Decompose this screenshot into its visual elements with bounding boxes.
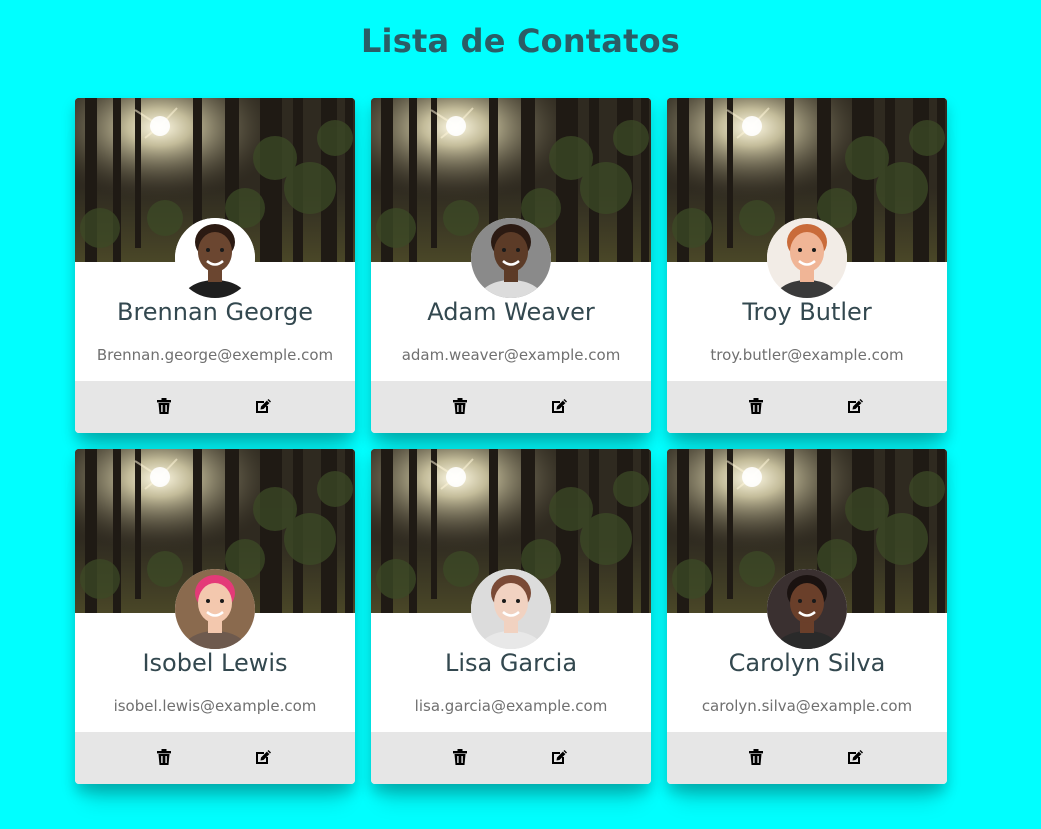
contact-name: Brennan George bbox=[116, 298, 314, 326]
edit-icon bbox=[847, 399, 863, 413]
edit-button[interactable] bbox=[252, 395, 274, 417]
avatar bbox=[471, 569, 551, 649]
edit-icon bbox=[255, 750, 271, 764]
contact-name: Carolyn Silva bbox=[728, 649, 886, 677]
avatar bbox=[175, 218, 255, 298]
trash-icon bbox=[157, 749, 171, 765]
delete-button[interactable] bbox=[745, 746, 767, 768]
contact-grid: Brennan George Brennan.george@exemple.co… bbox=[75, 98, 947, 784]
delete-button[interactable] bbox=[153, 746, 175, 768]
delete-button[interactable] bbox=[745, 395, 767, 417]
card-actions bbox=[667, 381, 947, 433]
edit-icon bbox=[551, 399, 567, 413]
delete-button[interactable] bbox=[449, 395, 471, 417]
edit-button[interactable] bbox=[548, 746, 570, 768]
card-actions bbox=[371, 732, 651, 784]
card-actions bbox=[371, 381, 651, 433]
contact-name: Adam Weaver bbox=[427, 298, 595, 326]
edit-icon bbox=[551, 750, 567, 764]
edit-icon bbox=[847, 750, 863, 764]
contact-name: Troy Butler bbox=[742, 298, 872, 326]
edit-icon bbox=[255, 399, 271, 413]
delete-button[interactable] bbox=[449, 746, 471, 768]
contact-email: isobel.lewis@example.com bbox=[113, 697, 317, 715]
contact-email: Brennan.george@exemple.com bbox=[96, 346, 334, 364]
contact-card-3: Troy Butler troy.butler@example.com bbox=[667, 98, 947, 433]
contact-card-6: Carolyn Silva carolyn.silva@example.com bbox=[667, 449, 947, 784]
contact-card-5: Lisa Garcia lisa.garcia@example.com bbox=[371, 449, 651, 784]
avatar bbox=[767, 218, 847, 298]
edit-button[interactable] bbox=[548, 395, 570, 417]
avatar bbox=[471, 218, 551, 298]
trash-icon bbox=[157, 398, 171, 414]
contact-card-2: Adam Weaver adam.weaver@example.com bbox=[371, 98, 651, 433]
card-actions bbox=[75, 732, 355, 784]
trash-icon bbox=[749, 398, 763, 414]
contact-card-1: Brennan George Brennan.george@exemple.co… bbox=[75, 98, 355, 433]
contact-email: troy.butler@example.com bbox=[710, 346, 904, 364]
contact-card-4: Isobel Lewis isobel.lewis@example.com bbox=[75, 449, 355, 784]
contact-name: Isobel Lewis bbox=[142, 649, 288, 677]
card-actions bbox=[667, 732, 947, 784]
page: Lista de Contatos Brennan George Brennan… bbox=[0, 0, 1041, 829]
contact-email: carolyn.silva@example.com bbox=[701, 697, 913, 715]
trash-icon bbox=[749, 749, 763, 765]
delete-button[interactable] bbox=[153, 395, 175, 417]
edit-button[interactable] bbox=[844, 395, 866, 417]
page-title: Lista de Contatos bbox=[360, 22, 681, 60]
contact-email: adam.weaver@example.com bbox=[401, 346, 621, 364]
edit-button[interactable] bbox=[252, 746, 274, 768]
contact-email: lisa.garcia@example.com bbox=[414, 697, 608, 715]
avatar bbox=[767, 569, 847, 649]
edit-button[interactable] bbox=[844, 746, 866, 768]
avatar bbox=[175, 569, 255, 649]
trash-icon bbox=[453, 749, 467, 765]
card-actions bbox=[75, 381, 355, 433]
trash-icon bbox=[453, 398, 467, 414]
contact-name: Lisa Garcia bbox=[444, 649, 578, 677]
